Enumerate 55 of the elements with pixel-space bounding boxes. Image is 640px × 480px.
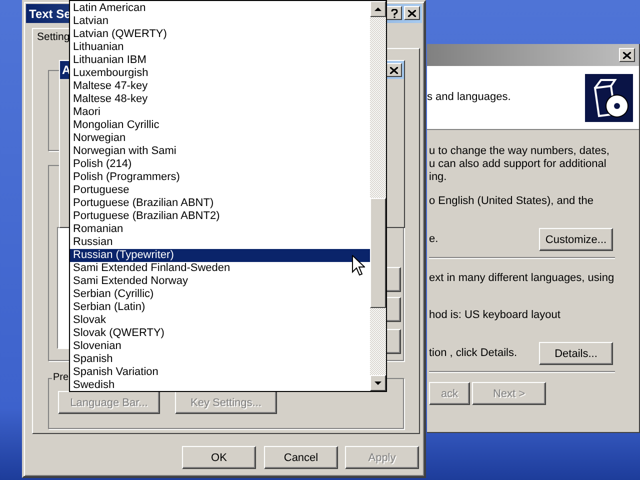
list-item[interactable]: Sami Extended Finland-Sweden — [70, 262, 370, 275]
close-button[interactable] — [619, 48, 635, 62]
list-item[interactable]: Lithuanian IBM — [70, 54, 370, 67]
list-item[interactable]: Russian (Typewriter) — [70, 249, 370, 262]
list-item[interactable]: Latin American — [70, 2, 370, 15]
description-text: tion , click Details. — [429, 347, 518, 360]
list-item[interactable]: Maltese 48-key — [70, 93, 370, 106]
description-text: e. — [429, 233, 438, 246]
question-mark-icon — [390, 8, 398, 18]
list-item[interactable]: Norwegian — [70, 132, 370, 145]
cancel-button[interactable]: Cancel — [264, 446, 338, 469]
list-item[interactable]: Portuguese (Brazilian ABNT2) — [70, 210, 370, 223]
close-button[interactable] — [386, 63, 402, 77]
list-item[interactable]: Slovak (QWERTY) — [70, 327, 370, 340]
description-text: u to change the way numbers, dates, — [429, 145, 610, 158]
list-item[interactable]: Maori — [70, 106, 370, 119]
list-item[interactable]: Spanish — [70, 353, 370, 366]
list-item[interactable]: Portuguese (Brazilian ABNT) — [70, 197, 370, 210]
description-text: u can also add support for additional — [429, 158, 608, 171]
description-text: hod is: US keyboard layout — [429, 309, 562, 322]
close-button[interactable] — [404, 6, 420, 20]
details-button[interactable]: Details... — [539, 342, 613, 365]
list-item[interactable]: Swedish — [70, 379, 370, 392]
list-item[interactable]: Maltese 47-key — [70, 80, 370, 93]
list-item[interactable]: Slovenian — [70, 340, 370, 353]
mouse-pointer-icon — [352, 255, 365, 276]
list-item[interactable]: Luxembourgish — [70, 67, 370, 80]
description-text: o English (United States), and the — [429, 195, 594, 208]
list-item[interactable]: Mongolian Cyrillic — [70, 119, 370, 132]
close-icon — [390, 66, 398, 74]
list-item[interactable]: Portuguese — [70, 184, 370, 197]
list-item[interactable]: Norwegian with Sami — [70, 145, 370, 158]
description-text: ing. — [429, 171, 448, 184]
list-item[interactable]: Serbian (Cyrillic) — [70, 288, 370, 301]
group-label: Pre — [52, 372, 70, 383]
list-item[interactable]: Spanish Variation — [70, 366, 370, 379]
scroll-up-button[interactable] — [370, 1, 386, 17]
scrollbar[interactable] — [370, 1, 386, 391]
list-item[interactable]: Polish (Programmers) — [70, 171, 370, 184]
list-item[interactable]: Slovak — [70, 314, 370, 327]
list-item[interactable]: Latvian — [70, 15, 370, 28]
scroll-down-button[interactable] — [370, 375, 386, 391]
list-item[interactable]: Sami Extended Norway — [70, 275, 370, 288]
scroll-thumb[interactable] — [370, 198, 386, 308]
ok-button[interactable]: OK — [182, 446, 256, 469]
description-text: ext in many different languages, using — [429, 272, 613, 285]
close-icon — [623, 52, 631, 58]
header-text: s and languages. — [427, 91, 511, 104]
list-item[interactable]: Russian — [70, 236, 370, 249]
help-button[interactable] — [386, 6, 402, 20]
list-item[interactable]: Serbian (Latin) — [70, 301, 370, 314]
close-icon — [408, 10, 416, 16]
list-item[interactable]: Romanian — [70, 223, 370, 236]
customize-button[interactable]: Customize... — [539, 228, 613, 251]
list-item[interactable]: Polish (214) — [70, 158, 370, 171]
